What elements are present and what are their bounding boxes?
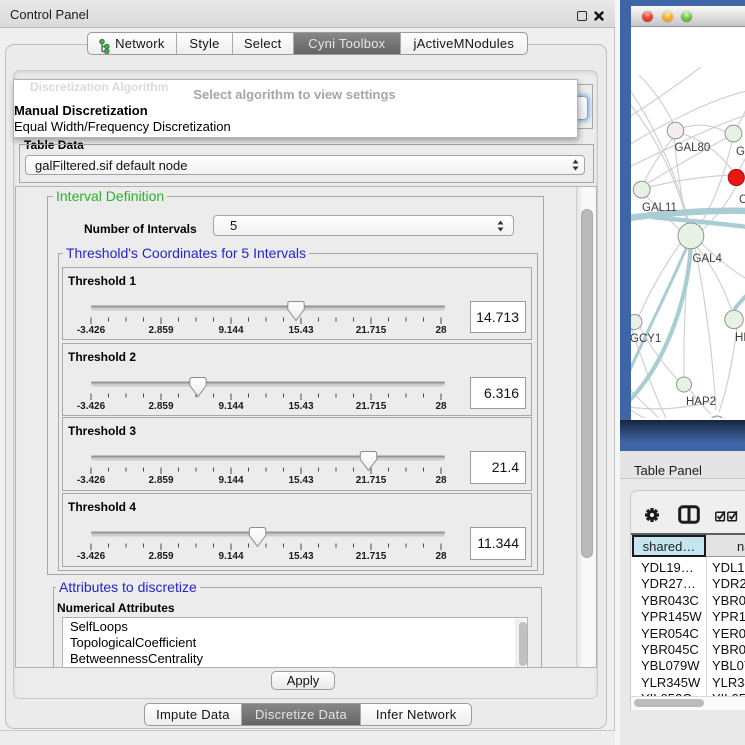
svg-text:GAL4: GAL4 xyxy=(693,253,723,265)
svg-text:GCY1: GCY1 xyxy=(631,333,661,345)
svg-text:GAL8: GAL8 xyxy=(736,146,745,158)
svg-text:HAP2: HAP2 xyxy=(686,396,716,408)
svg-text:CY: CY xyxy=(739,194,745,206)
svg-text:HI: HI xyxy=(735,332,745,344)
svg-text:GAL11: GAL11 xyxy=(642,202,677,214)
svg-text:GAL80: GAL80 xyxy=(675,142,711,154)
